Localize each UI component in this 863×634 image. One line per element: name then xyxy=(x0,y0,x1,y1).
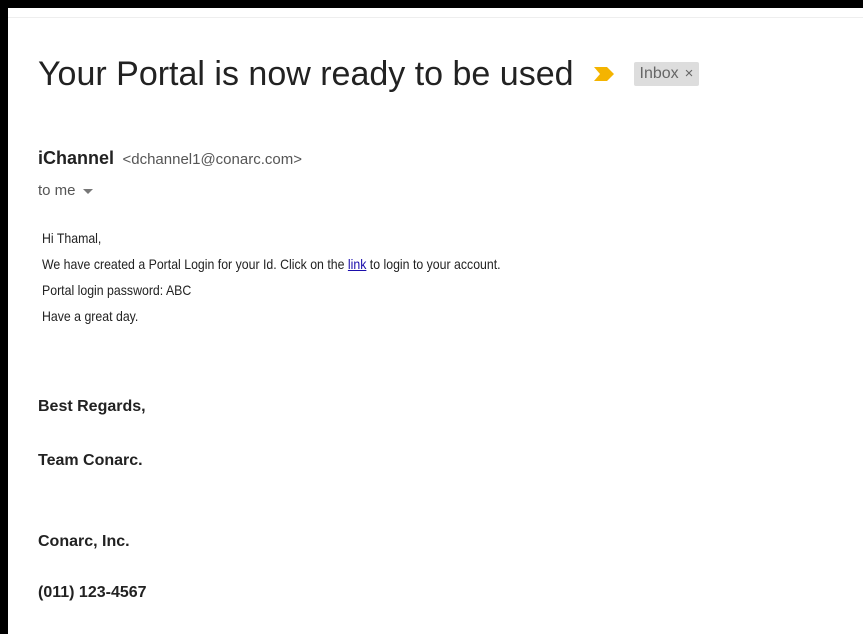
sender-email: <dchannel1@conarc.com> xyxy=(122,151,302,168)
email-body: Hi Thamal, We have created a Portal Logi… xyxy=(42,225,501,329)
signature-phone: (011) 123-4567 xyxy=(38,584,147,601)
sender-row: iChannel <dchannel1@conarc.com> xyxy=(38,148,302,169)
body-line-1: We have created a Portal Login for your … xyxy=(42,251,501,277)
inbox-label-text: Inbox xyxy=(639,65,679,82)
remove-label-icon[interactable]: × xyxy=(685,64,694,84)
chevron-down-icon[interactable] xyxy=(82,189,93,194)
signature-company: Conarc, Inc. xyxy=(38,533,130,550)
body-line-1-before: We have created a Portal Login for your … xyxy=(42,256,348,272)
body-line-2: Portal login password: ABC xyxy=(42,282,192,298)
signature-regards: Best Regards, xyxy=(38,398,146,415)
signature-team: Team Conarc. xyxy=(38,452,143,469)
sender-name: iChannel xyxy=(38,148,115,168)
email-view: Your Portal is now ready to be used Inbo… xyxy=(8,8,863,634)
email-subject: Your Portal is now ready to be used xyxy=(38,55,574,93)
body-line-3: Have a great day. xyxy=(42,308,139,324)
greeting: Hi Thamal, xyxy=(42,230,102,246)
subject-row: Your Portal is now ready to be used Inbo… xyxy=(38,54,700,94)
inbox-label: Inbox × xyxy=(633,62,700,86)
importance-marker-icon[interactable] xyxy=(592,64,616,84)
top-divider xyxy=(8,17,863,18)
body-line-1-after: to login to your account. xyxy=(366,256,501,272)
portal-login-link[interactable]: link xyxy=(348,256,366,272)
recipient-text: to me xyxy=(38,182,76,199)
recipient-row[interactable]: to me xyxy=(38,182,93,199)
